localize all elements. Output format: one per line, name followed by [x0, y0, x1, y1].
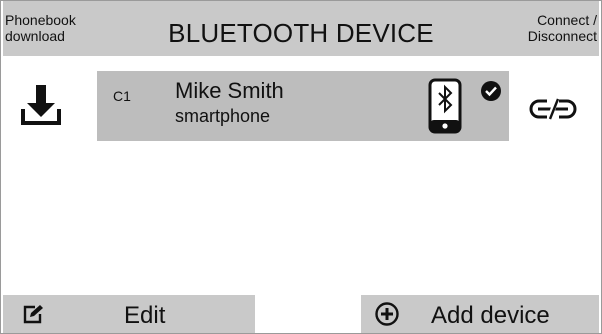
bluetooth-screen: Phonebook download BLUETOOTH DEVICE Conn…	[0, 0, 602, 334]
device-type: smartphone	[175, 106, 271, 126]
unlink-icon[interactable]	[529, 97, 577, 121]
plus-circle-icon	[375, 302, 399, 326]
edit-icon	[23, 304, 45, 324]
device-name: Mike Smith	[175, 78, 284, 103]
bluetooth-phone-icon	[428, 78, 462, 134]
connect-disconnect-label[interactable]: Connect / Disconnect	[528, 12, 597, 44]
check-icon	[480, 80, 502, 102]
edit-button[interactable]: Edit	[3, 295, 255, 333]
edit-button-label: Edit	[124, 302, 166, 329]
device-list-item[interactable]: C1 Mike Smith smartphone	[97, 71, 509, 141]
device-slot: C1	[113, 88, 131, 104]
download-icon[interactable]	[19, 83, 63, 127]
page-title: BLUETOOTH DEVICE	[168, 18, 434, 48]
add-device-button[interactable]: Add device	[361, 295, 599, 333]
add-device-label: Add device	[431, 302, 550, 329]
header-bar: Phonebook download BLUETOOTH DEVICE Conn…	[3, 1, 599, 56]
